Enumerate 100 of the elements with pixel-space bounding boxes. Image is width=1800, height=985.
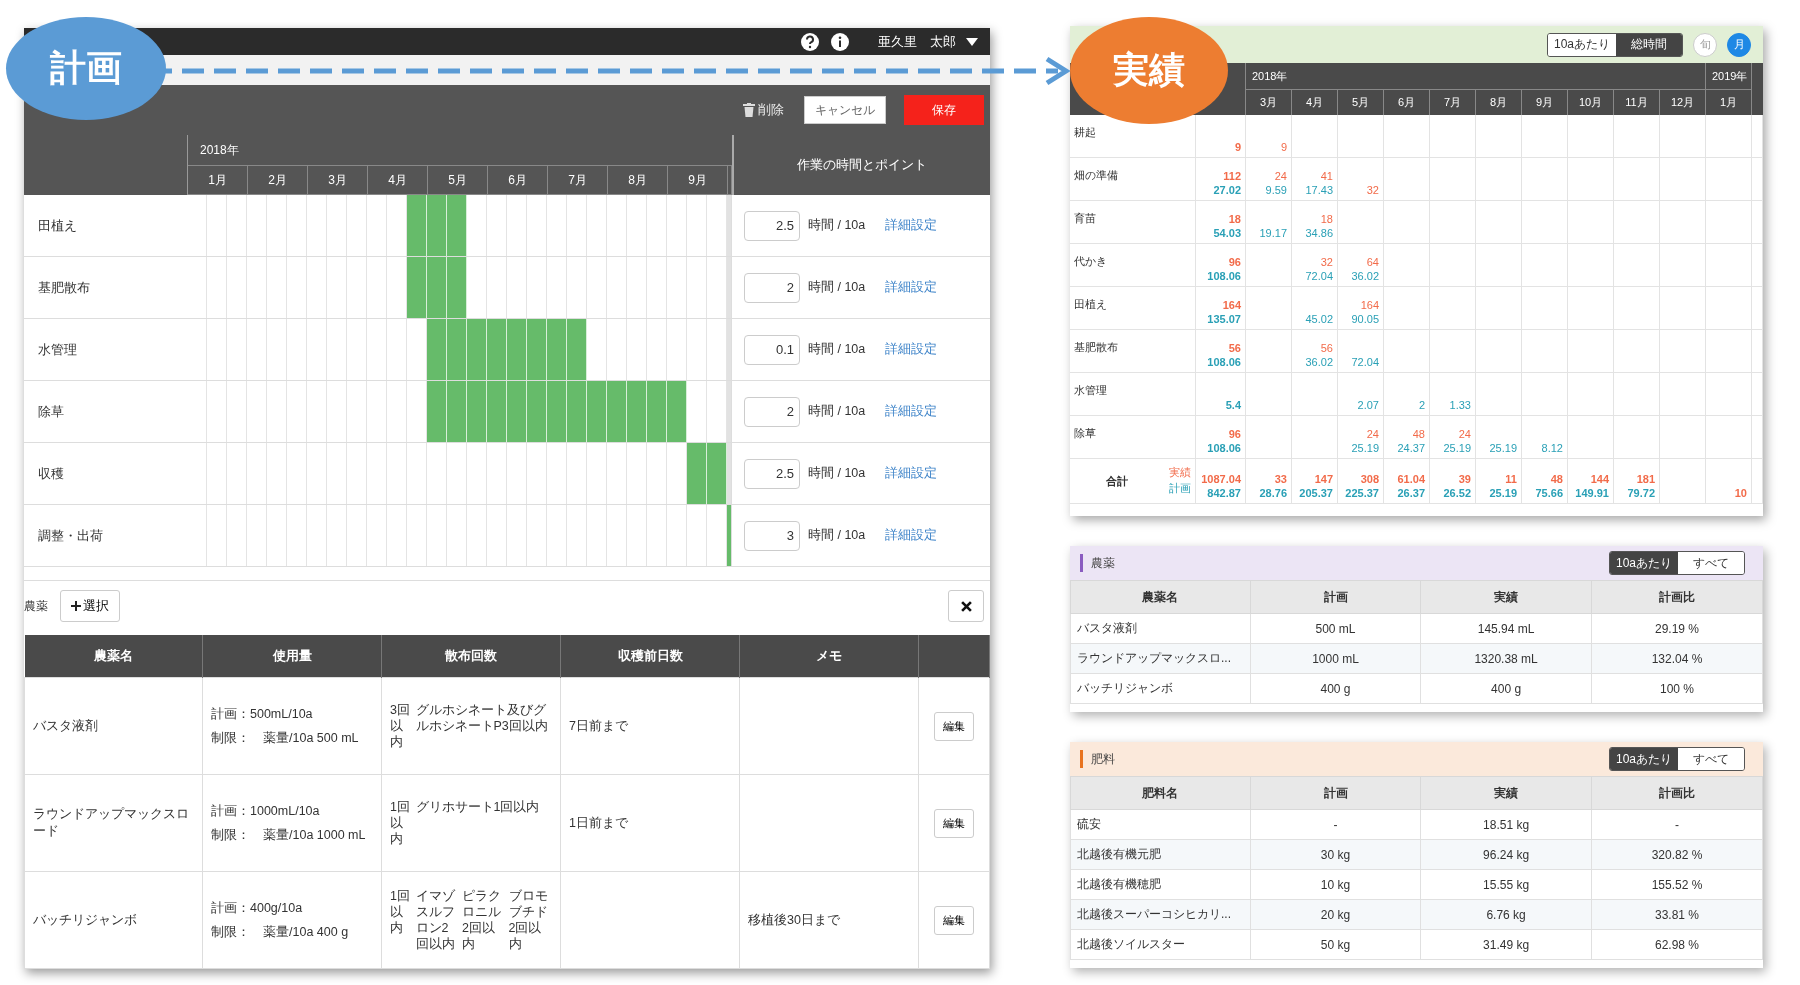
unit-label: 時間 / 10a [808,217,866,234]
column-header: 実績 [1420,776,1592,810]
toggle-option[interactable]: すべて [1678,748,1744,770]
detail-link[interactable]: 詳細設定 [885,465,938,482]
toggle-option[interactable]: すべて [1678,552,1744,574]
plan-value: 135.07 [1207,313,1241,325]
plan-value: 108.06 [1207,356,1241,368]
usage-plan: 計画：500mL/10a [211,705,314,722]
table-cell: - [1250,809,1421,840]
actual-value: 32 [1366,184,1379,196]
plan-value: 17.43 [1305,184,1333,196]
task-name: 収穫 [38,464,64,483]
hours-field[interactable]: 2.5 [744,458,800,489]
task-name: 田植え [1074,298,1107,312]
table-cell: 1000 mL [1250,643,1421,674]
actual-value: 308 [1360,473,1379,485]
actual-value: 147 [1314,473,1333,485]
task-name: 水管理 [38,340,77,359]
plan-value: 26.52 [1443,487,1471,499]
plan-value: 72.04 [1305,270,1333,282]
task-name: 畑の準備 [1074,169,1118,183]
task-name: 水管理 [1074,384,1107,398]
month-header: 7月 [1430,89,1476,115]
actual-value: 10 [1734,487,1747,499]
plan-value: 8.12 [1541,442,1563,454]
actual-value: 112 [1223,170,1241,182]
plan-value: 108.06 [1207,442,1241,454]
section-title: 肥料 [1091,750,1115,768]
cancel-button[interactable]: キャンセル [804,96,886,124]
plan-value: 149.91 [1575,487,1609,499]
period-option[interactable]: 月 [1727,32,1751,57]
delete-button[interactable]: 削除 [741,99,786,121]
spray-count: 1回以内 [390,798,411,848]
select-button[interactable]: 選択 [60,590,120,622]
toggle-option[interactable]: 10aあたり [1547,33,1616,56]
detail-link[interactable]: 詳細設定 [885,527,938,544]
actual-value: 24 [1458,428,1471,440]
hours-field[interactable]: 0.1 [744,334,800,365]
plan-value: 25.19 [1443,442,1471,454]
edit-button[interactable]: 編集 [934,711,974,741]
plan-legend: 計画 [1169,482,1191,496]
task-name: 調整・出荷 [38,526,103,545]
plan-value: 842.87 [1207,487,1241,499]
ingredient-limit: グルホシネート及びグルホシネートP3回以内 [415,701,549,735]
toggle-option[interactable]: 10aあたり [1609,748,1678,770]
actual-value: 48 [1412,428,1425,440]
spray-count: 3回以内 [390,701,411,751]
actual-value: 24 [1274,170,1287,182]
hours-field[interactable]: 3 [744,520,800,551]
actual-value: 9 [1234,141,1241,153]
table-cell: 400 g [1250,673,1421,704]
detail-link[interactable]: 詳細設定 [885,341,938,358]
edit-button[interactable]: 編集 [934,808,974,838]
column-header: 計画 [1250,776,1421,810]
column-header: 肥料名 [1070,776,1251,810]
unit-label: 時間 / 10a [808,279,866,296]
table-cell: 北越後ソイルスター [1070,929,1251,960]
plan-value: 19.17 [1259,227,1287,239]
month-header: 5月 [1338,89,1384,115]
hours-field[interactable]: 2.5 [744,210,800,241]
column-header: 使用量 [202,635,382,678]
column-header: 収穫前日数 [560,635,740,678]
column-header: 計画比 [1591,580,1763,614]
hours-field[interactable]: 2 [744,396,800,427]
month-header: 1月 [1706,89,1752,115]
plan-value: 25.19 [1489,487,1517,499]
user-name[interactable]: 亜久里 太郎 [878,32,956,51]
column-header: 実績 [1420,580,1592,614]
unit-label: 時間 / 10a [808,403,866,420]
callout-bubble: 計画 [6,17,166,120]
table-cell: 62.98 % [1591,929,1763,960]
actual-value: 56 [1228,342,1241,354]
table-cell: 15.55 kg [1420,869,1592,900]
detail-link[interactable]: 詳細設定 [885,217,938,234]
actual-value: 48 [1550,473,1563,485]
hours-field[interactable]: 2 [744,272,800,303]
toggle-option[interactable]: 総時間 [1616,33,1682,56]
actual-value: 33 [1274,473,1287,485]
edit-button[interactable]: 編集 [934,905,974,935]
ingredient-limit: グリホサート1回以内 [415,798,541,815]
month-header: 10月 [1568,89,1614,115]
save-button[interactable]: 保存 [904,95,984,125]
detail-link[interactable]: 詳細設定 [885,403,938,420]
detail-link[interactable]: 詳細設定 [885,279,938,296]
toggle-option[interactable]: 10aあたり [1609,552,1678,574]
table-cell: 145.94 mL [1420,613,1592,644]
plan-value: 54.03 [1213,227,1241,239]
month-header: 6月 [1384,89,1430,115]
month-header: 9月 [1522,89,1568,115]
total-label: 合計 [1106,473,1128,489]
plan-value: 9.59 [1265,184,1287,196]
actual-value: 164 [1360,299,1379,311]
plan-value: 34.86 [1305,227,1333,239]
month-header: 7月 [548,165,608,195]
plan-value: 28.76 [1259,487,1287,499]
actual-value: 18 [1228,213,1241,225]
table-cell: 18.51 kg [1420,809,1592,840]
plan-value: 24.37 [1397,442,1425,454]
unit-label: 時間 / 10a [808,527,866,544]
column-header: 計画 [1250,580,1421,614]
